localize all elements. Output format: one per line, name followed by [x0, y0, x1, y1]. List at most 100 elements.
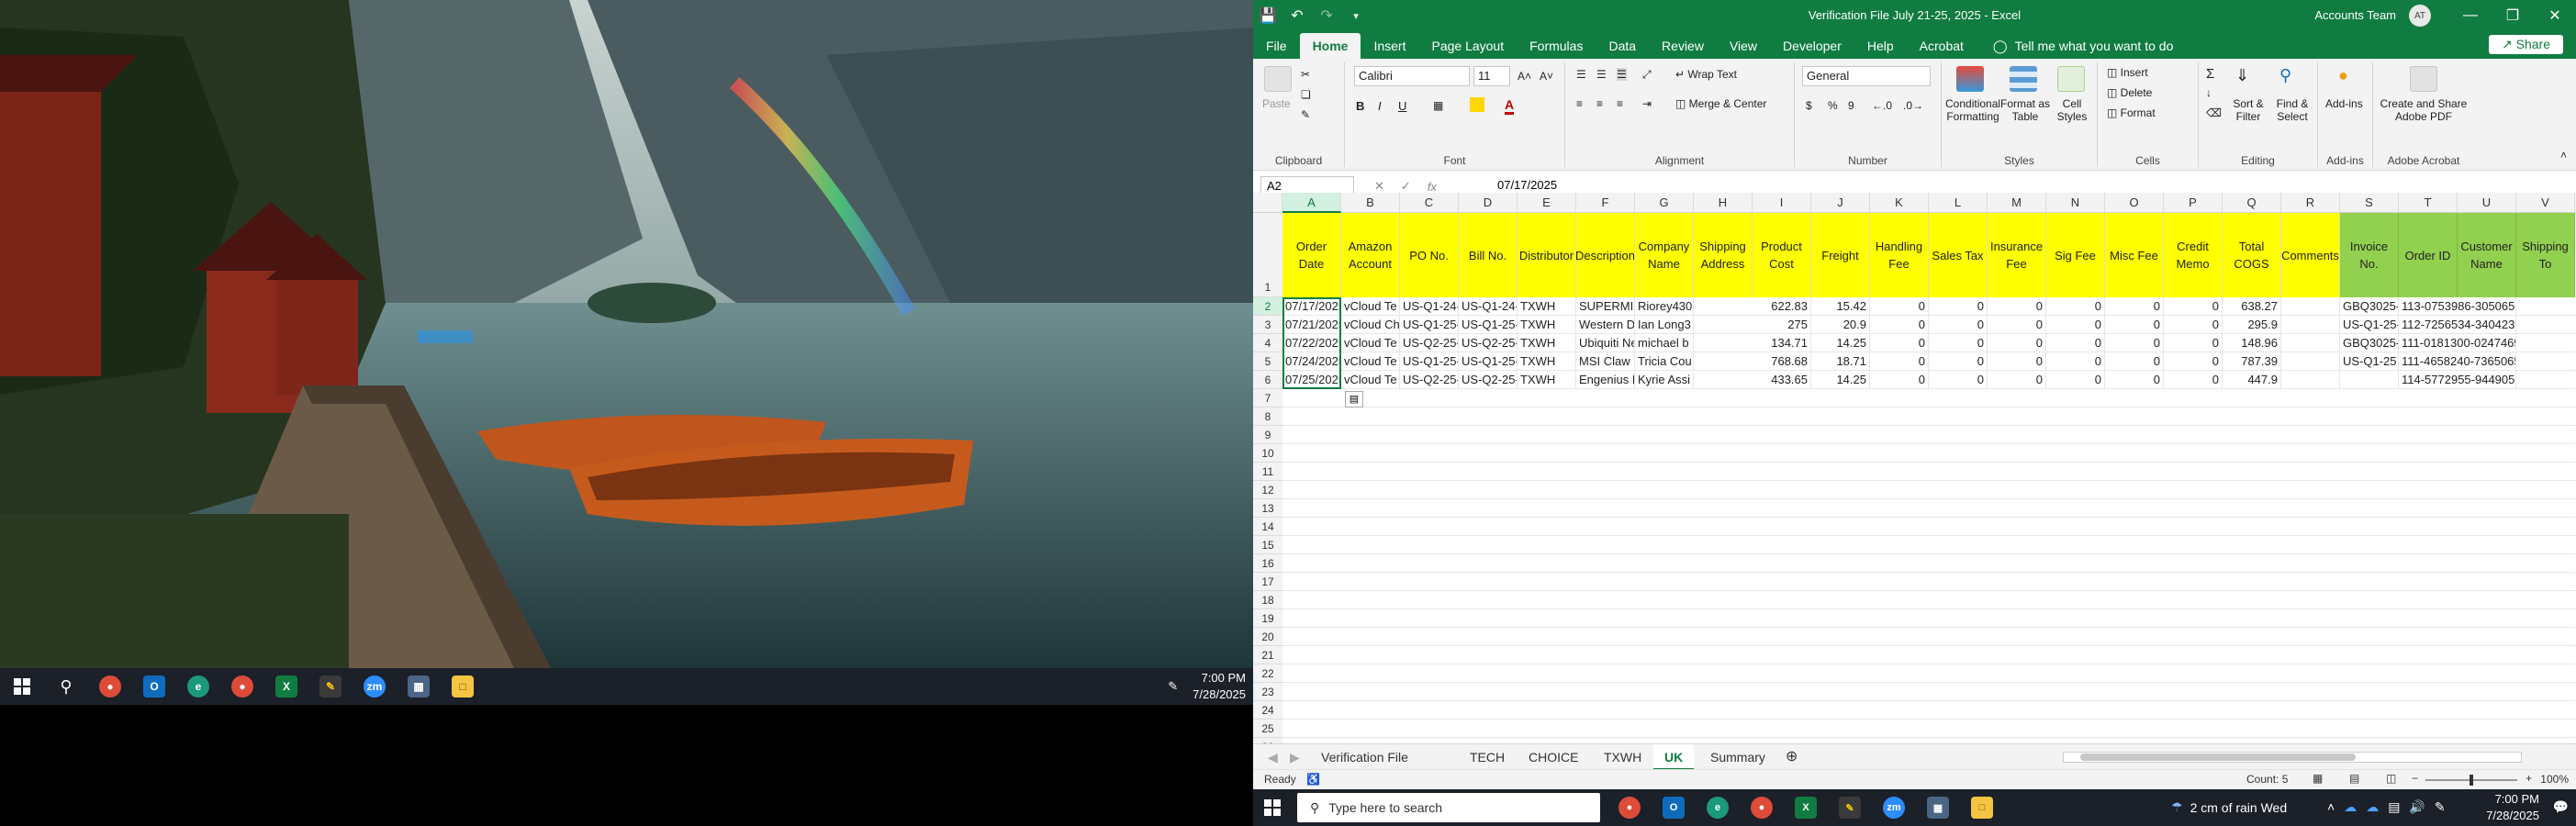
row-header-22[interactable]: 22	[1253, 664, 1282, 683]
cell-u2[interactable]	[2458, 297, 2516, 316]
align-center-button[interactable]: ≡	[1596, 97, 1603, 110]
column-header-d[interactable]: D	[1459, 193, 1518, 213]
font-color-button[interactable]: A	[1505, 97, 1515, 115]
cell-b3[interactable]: vCloud Ch	[1341, 316, 1400, 334]
tab-developer[interactable]: Developer	[1770, 33, 1854, 59]
bold-button[interactable]: B	[1356, 99, 1364, 113]
folder-icon[interactable]: □	[1971, 797, 1993, 819]
pen-icon[interactable]: ✎	[1168, 679, 1178, 694]
customize-qat-button[interactable]: ▾	[1341, 0, 1371, 31]
search-button[interactable]: ⚲	[44, 668, 88, 705]
cell-n2[interactable]: 0	[2046, 297, 2105, 316]
cell-j4[interactable]: 14.25	[1811, 334, 1870, 352]
cell-c6[interactable]: US-Q2-25-	[1400, 371, 1459, 389]
cell-g6[interactable]: Kyrie Assi	[1635, 371, 1694, 389]
cell-s3[interactable]: US-Q1-25-	[2340, 316, 2399, 334]
column-header-f[interactable]: F	[1576, 193, 1635, 213]
tell-me-search[interactable]: ◯ Tell me what you want to do	[1977, 33, 2173, 59]
cell-k5[interactable]: 0	[1870, 352, 1929, 371]
header-cell-k[interactable]: Handling Fee	[1870, 213, 1929, 297]
cut-button[interactable]: ✂	[1301, 68, 1310, 81]
align-top-button[interactable]: ☰	[1576, 68, 1586, 81]
row-header-24[interactable]: 24	[1253, 701, 1282, 720]
weather-widget[interactable]: ☂ 2 cm of rain Wed	[2171, 799, 2287, 815]
column-header-m[interactable]: M	[1988, 193, 2046, 213]
cell-n4[interactable]: 0	[2046, 334, 2105, 352]
header-cell-o[interactable]: Misc Fee	[2105, 213, 2164, 297]
column-header-n[interactable]: N	[2046, 193, 2105, 213]
row-header-12[interactable]: 12	[1253, 481, 1282, 499]
tab-file[interactable]: File	[1253, 33, 1300, 59]
header-cell-n[interactable]: Sig Fee	[2046, 213, 2105, 297]
taskbar-edge[interactable]: e	[176, 668, 220, 705]
cell-j3[interactable]: 20.9	[1811, 316, 1870, 334]
cell-l2[interactable]: 0	[1929, 297, 1988, 316]
zoom-slider-thumb[interactable]	[2470, 775, 2473, 786]
taskbar-zoom[interactable]: zm	[353, 668, 397, 705]
cell-g3[interactable]: Ian Long3	[1635, 316, 1694, 334]
header-cell-j[interactable]: Freight	[1811, 213, 1870, 297]
align-left-button[interactable]: ≡	[1576, 97, 1583, 110]
merge-center-button[interactable]: ◫ Merge & Center	[1675, 97, 1766, 110]
cell-r4[interactable]	[2281, 334, 2340, 352]
taskbar-file-explorer[interactable]: □	[441, 668, 485, 705]
cell-i2[interactable]: 622.83	[1753, 297, 1811, 316]
row-header-21[interactable]: 21	[1253, 646, 1282, 664]
chrome-icon[interactable]: ●	[1618, 797, 1641, 819]
page-break-view-icon[interactable]: ◫	[2386, 772, 2396, 785]
row-header-17[interactable]: 17	[1253, 573, 1282, 591]
paste-options-icon[interactable]: ▤	[1345, 391, 1363, 407]
currency-button[interactable]: $	[1806, 99, 1812, 112]
header-cell-g[interactable]: Company Name	[1635, 213, 1694, 297]
cell-u6[interactable]	[2458, 371, 2516, 389]
cell-p5[interactable]: 0	[2164, 352, 2223, 371]
tab-formulas[interactable]: Formulas	[1517, 33, 1596, 59]
tab-insert[interactable]: Insert	[1361, 33, 1418, 59]
normal-view-icon[interactable]: ▦	[2313, 772, 2323, 785]
column-header-v[interactable]: V	[2516, 193, 2575, 213]
taskbar-notes[interactable]: ✎	[308, 668, 353, 705]
italic-button[interactable]: I	[1378, 99, 1382, 113]
cell-c4[interactable]: US-Q2-25-	[1400, 334, 1459, 352]
cell-m2[interactable]: 0	[1988, 297, 2046, 316]
close-button[interactable]: ✕	[2534, 0, 2576, 31]
borders-button[interactable]: ▦	[1433, 99, 1443, 112]
cell-i6[interactable]: 433.65	[1753, 371, 1811, 389]
cell-l6[interactable]: 0	[1929, 371, 1988, 389]
cell-j6[interactable]: 14.25	[1811, 371, 1870, 389]
cell-a3[interactable]: 07/21/2025	[1282, 316, 1341, 334]
cell-r5[interactable]	[2281, 352, 2340, 371]
cell-k4[interactable]: 0	[1870, 334, 1929, 352]
save-button[interactable]: 💾	[1253, 0, 1282, 31]
align-right-button[interactable]: ≡	[1617, 97, 1623, 110]
cell-p2[interactable]: 0	[2164, 297, 2223, 316]
number-format-combo[interactable]: General	[1802, 66, 1931, 86]
restore-button[interactable]: ❐	[2492, 0, 2534, 31]
cell-r3[interactable]	[2281, 316, 2340, 334]
cell-d2[interactable]: US-Q1-24-	[1459, 297, 1518, 316]
row-header-15[interactable]: 15	[1253, 536, 1282, 554]
header-cell-b[interactable]: Amazon Account	[1341, 213, 1400, 297]
autosum-button[interactable]: Σ	[2206, 66, 2214, 82]
cell-u4[interactable]	[2458, 334, 2516, 352]
edge-icon[interactable]: e	[1707, 797, 1729, 819]
decrease-decimal-button[interactable]: .0→	[1903, 99, 1923, 112]
network-icon[interactable]: ▤	[2388, 799, 2400, 815]
cell-c3[interactable]: US-Q1-25-	[1400, 316, 1459, 334]
header-cell-e[interactable]: Distributor	[1518, 213, 1576, 297]
taskbar-calculator[interactable]: ▦	[397, 668, 441, 705]
row-header-16[interactable]: 16	[1253, 554, 1282, 573]
next-sheet-button[interactable]: ▶	[1279, 744, 1311, 770]
select-all-corner[interactable]	[1253, 193, 1282, 213]
column-header-l[interactable]: L	[1929, 193, 1988, 213]
tab-acrobat[interactable]: Acrobat	[1907, 33, 1977, 59]
header-cell-p[interactable]: Credit Memo	[2164, 213, 2223, 297]
orientation-button[interactable]: ⤢	[1642, 68, 1652, 82]
header-cell-s[interactable]: Invoice No.	[2340, 213, 2399, 297]
cloud-icon[interactable]: ☁	[2366, 799, 2379, 815]
cloud-icon[interactable]: ☁	[2344, 799, 2357, 815]
collapse-ribbon-button[interactable]: ˄	[2560, 149, 2567, 162]
enter-icon[interactable]: ✓	[1401, 179, 1411, 194]
cell-e2[interactable]: TXWH	[1518, 297, 1576, 316]
pen-icon[interactable]: ✎	[2435, 799, 2446, 815]
